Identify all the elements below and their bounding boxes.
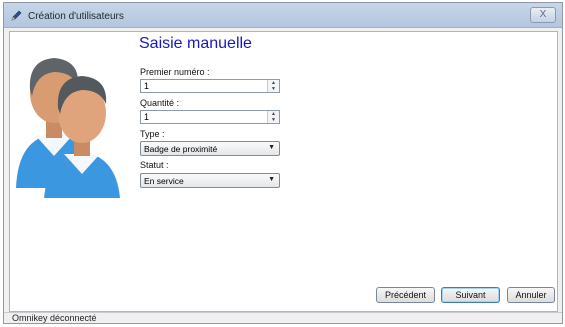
next-button[interactable]: Suivant — [441, 287, 500, 303]
chevron-down-icon[interactable]: ▼ — [268, 144, 275, 151]
window-title: Création d'utilisateurs — [28, 11, 124, 22]
users-icon — [16, 58, 120, 198]
type-label: Type : — [140, 129, 165, 139]
title-bar: Création d'utilisateurs X — [4, 3, 562, 28]
first-number-spin-buttons[interactable]: ▲ ▼ — [267, 80, 279, 92]
wizard-content: Saisie manuelle Premier numéro : 1 ▲ ▼ Q… — [9, 31, 558, 312]
close-button[interactable]: X — [530, 7, 556, 23]
status-bar: Omnikey déconnecté — [4, 312, 562, 323]
user-creation-window: Création d'utilisateurs X Saisie manuell… — [3, 2, 563, 324]
reader-status-text: Omnikey déconnecté — [12, 313, 97, 323]
quantity-value: 1 — [144, 112, 150, 122]
type-select[interactable]: Badge de proximité ▼ — [140, 141, 280, 156]
quantity-label: Quantité : — [140, 98, 180, 108]
quantity-spin-buttons[interactable]: ▲ ▼ — [267, 111, 279, 123]
pen-icon — [11, 10, 22, 21]
cancel-button[interactable]: Annuler — [507, 287, 555, 303]
arrow-down-icon[interactable]: ▼ — [268, 117, 279, 123]
first-number-label: Premier numéro : — [140, 67, 210, 77]
first-number-value: 1 — [144, 81, 150, 91]
previous-button[interactable]: Précédent — [376, 287, 435, 303]
first-number-stepper[interactable]: 1 ▲ ▼ — [140, 79, 280, 93]
status-select[interactable]: En service ▼ — [140, 173, 280, 188]
arrow-down-icon[interactable]: ▼ — [268, 86, 279, 92]
quantity-stepper[interactable]: 1 ▲ ▼ — [140, 110, 280, 124]
status-label: Statut : — [140, 160, 169, 170]
page-title: Saisie manuelle — [139, 35, 252, 52]
status-selected-value: En service — [144, 176, 184, 186]
type-selected-value: Badge de proximité — [144, 144, 218, 154]
chevron-down-icon[interactable]: ▼ — [268, 176, 275, 183]
